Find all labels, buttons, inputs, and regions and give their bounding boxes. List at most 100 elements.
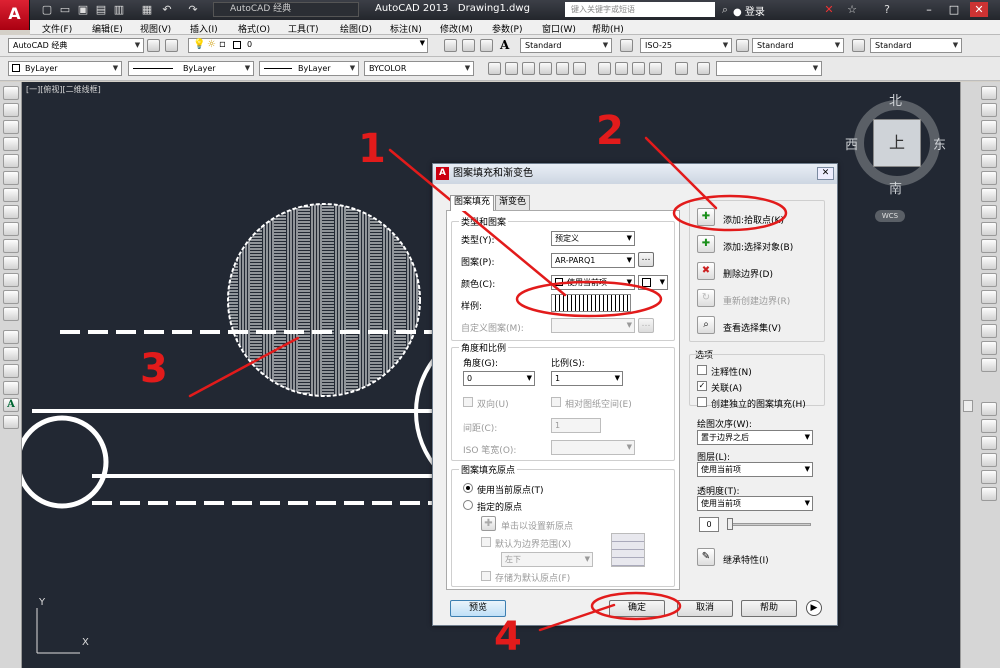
dialog-close-button[interactable]: ✕ bbox=[817, 167, 834, 180]
save-as-icon[interactable]: ▤ bbox=[94, 3, 108, 16]
transparency-select[interactable]: 使用当前项 ▼ bbox=[697, 496, 813, 511]
table-icon[interactable] bbox=[3, 381, 19, 395]
relative-checkbox[interactable] bbox=[551, 397, 561, 407]
pattern-browse-button[interactable]: … bbox=[638, 252, 654, 267]
bg-color-select[interactable]: ▼ bbox=[638, 275, 668, 290]
redo-icon[interactable]: ↷ bbox=[186, 3, 200, 16]
app-logo[interactable]: A bbox=[0, 0, 30, 30]
layer-iso-icon[interactable] bbox=[480, 39, 493, 52]
make-block-icon[interactable] bbox=[3, 290, 19, 304]
pattern-select[interactable]: AR-PARQ1 ▼ bbox=[551, 253, 635, 268]
view-selection-icon[interactable]: ⌕ bbox=[697, 316, 715, 334]
view-back-icon[interactable] bbox=[573, 62, 586, 75]
use-current-origin-radio[interactable] bbox=[463, 483, 473, 493]
workspace-selector[interactable]: AutoCAD 经典 bbox=[213, 2, 359, 17]
gradient-icon[interactable] bbox=[3, 347, 19, 361]
view-bottom-icon[interactable] bbox=[505, 62, 518, 75]
move-icon[interactable] bbox=[981, 171, 997, 185]
chamfer-icon[interactable] bbox=[981, 307, 997, 321]
viewcube-east[interactable]: 东 bbox=[933, 134, 946, 153]
plotstyle-combo[interactable]: BYCOLOR ▼ bbox=[364, 61, 474, 76]
layer-previous-icon[interactable] bbox=[462, 39, 475, 52]
default-boundary-checkbox[interactable] bbox=[481, 537, 491, 547]
extend-icon[interactable] bbox=[981, 256, 997, 270]
camera-icon[interactable] bbox=[675, 62, 688, 75]
point-icon[interactable] bbox=[3, 307, 19, 321]
ellipse-arc-icon[interactable] bbox=[3, 256, 19, 270]
menu-help[interactable]: 帮助(H) bbox=[592, 22, 624, 35]
pick-origin-icon[interactable]: ✚ bbox=[481, 516, 496, 531]
viewcube-west[interactable]: 西 bbox=[845, 134, 858, 153]
fillet-icon[interactable] bbox=[981, 324, 997, 338]
tab-gradient[interactable]: 渐变色 bbox=[495, 195, 531, 210]
scale-select[interactable]: 1 ▼ bbox=[551, 371, 623, 386]
spacing-input[interactable]: 1 bbox=[551, 418, 601, 433]
pick-points-icon[interactable]: ✚ bbox=[697, 208, 715, 226]
mtext-icon[interactable]: A bbox=[3, 398, 19, 412]
insert-block-icon[interactable] bbox=[3, 273, 19, 287]
separate-checkbox[interactable] bbox=[697, 397, 707, 407]
add-pick-button[interactable]: 添加:拾取点(K) bbox=[723, 213, 784, 226]
scrollbar-thumb[interactable] bbox=[963, 400, 973, 412]
hatch-icon[interactable] bbox=[3, 330, 19, 344]
inherit-properties-icon[interactable]: ✎ bbox=[697, 548, 715, 566]
recreate-boundary-icon[interactable]: ↻ bbox=[697, 289, 715, 307]
view-left-icon[interactable] bbox=[522, 62, 535, 75]
pattern-swatch[interactable] bbox=[551, 294, 631, 312]
menu-tools[interactable]: 工具(T) bbox=[288, 22, 319, 35]
publish-icon[interactable]: ▥ bbox=[112, 3, 126, 16]
help-button[interactable]: 帮助 bbox=[741, 600, 797, 617]
menu-view[interactable]: 视图(V) bbox=[140, 22, 171, 35]
circle-icon[interactable] bbox=[3, 188, 19, 202]
table-style-combo[interactable]: Standard ▼ bbox=[752, 38, 844, 53]
named-view-combo[interactable]: ▼ bbox=[716, 61, 822, 76]
annotative-checkbox[interactable] bbox=[697, 365, 707, 375]
revcloud-icon[interactable] bbox=[3, 205, 19, 219]
transparency-slider-track[interactable] bbox=[727, 523, 811, 526]
se-iso-icon[interactable] bbox=[615, 62, 628, 75]
break-icon[interactable] bbox=[981, 273, 997, 287]
menu-format[interactable]: 格式(O) bbox=[238, 22, 270, 35]
layer-properties-icon[interactable] bbox=[165, 39, 178, 52]
sw-iso-icon[interactable] bbox=[598, 62, 611, 75]
ne-iso-icon[interactable] bbox=[632, 62, 645, 75]
maximize-button[interactable]: □ bbox=[945, 2, 963, 17]
select-objects-icon[interactable]: ✚ bbox=[697, 235, 715, 253]
menu-file[interactable]: 文件(F) bbox=[42, 22, 72, 35]
add-selected-icon[interactable] bbox=[3, 415, 19, 429]
close-button[interactable]: ✕ bbox=[970, 2, 988, 17]
sign-in-link[interactable]: ● 登录 bbox=[733, 3, 765, 18]
store-default-checkbox[interactable] bbox=[481, 571, 491, 581]
polyline-icon[interactable] bbox=[3, 120, 19, 134]
transparency-slider-handle[interactable] bbox=[727, 518, 733, 530]
view-top-icon[interactable] bbox=[488, 62, 501, 75]
rotate-icon[interactable] bbox=[981, 188, 997, 202]
inherit-properties-button[interactable]: 继承特性(I) bbox=[723, 553, 769, 566]
minimize-button[interactable]: – bbox=[920, 2, 938, 17]
blend-icon[interactable] bbox=[981, 341, 997, 355]
viewcube-north[interactable]: 北 bbox=[889, 90, 902, 109]
viewcube-top-face[interactable]: 上 bbox=[873, 119, 921, 167]
menu-draw[interactable]: 绘图(D) bbox=[340, 22, 372, 35]
text-front-icon[interactable] bbox=[981, 487, 997, 501]
remove-boundary-icon[interactable]: ✖ bbox=[697, 262, 715, 280]
stretch-icon[interactable] bbox=[981, 222, 997, 236]
scale-icon[interactable] bbox=[981, 205, 997, 219]
transparency-input[interactable]: 0 bbox=[699, 517, 719, 532]
color-select[interactable]: 使用当前项 ▼ bbox=[551, 275, 635, 290]
undo-icon[interactable]: ↶ bbox=[160, 3, 174, 16]
menu-parameter[interactable]: 参数(P) bbox=[492, 22, 522, 35]
tab-hatch[interactable]: 图案填充 bbox=[450, 195, 495, 211]
expand-more-icon[interactable]: ▶ bbox=[806, 600, 822, 616]
layer-state-icon[interactable] bbox=[444, 39, 457, 52]
array-icon[interactable] bbox=[981, 154, 997, 168]
dialog-title-bar[interactable]: 图案填充和渐变色 bbox=[433, 164, 837, 184]
exchange-icon[interactable]: ✕ bbox=[822, 3, 836, 16]
linetype-combo[interactable]: ByLayer ▼ bbox=[128, 61, 254, 76]
arc-icon[interactable] bbox=[3, 171, 19, 185]
line-icon[interactable] bbox=[3, 86, 19, 100]
dim-style-combo[interactable]: ISO-25 ▼ bbox=[640, 38, 732, 53]
lineweight-combo[interactable]: ByLayer ▼ bbox=[259, 61, 359, 76]
search-input[interactable]: 键入关键字或短语 bbox=[565, 2, 715, 17]
text-style-combo[interactable]: Standard ▼ bbox=[520, 38, 612, 53]
